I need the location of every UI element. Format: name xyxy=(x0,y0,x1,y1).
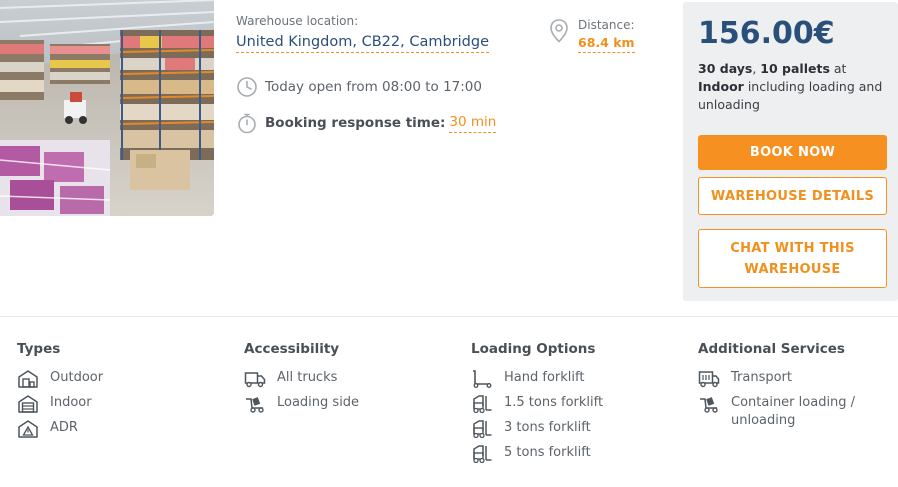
container-loading-icon xyxy=(700,397,718,413)
feature-item: Outdoor xyxy=(17,369,217,388)
warehouse-details-button[interactable]: WAREHOUSE DETAILS xyxy=(698,177,887,215)
feature-label: 1.5 tons forklift xyxy=(504,395,604,410)
hours-text: Today open from 08:00 to 17:00 xyxy=(265,79,482,95)
chat-warehouse-button[interactable]: CHAT WITH THIS WAREHOUSE xyxy=(698,229,887,288)
price-panel: 156.00€ 30 days, 10 pallets at Indoor in… xyxy=(683,2,898,301)
feature-label: Transport xyxy=(731,370,793,385)
forklift-icon xyxy=(473,445,492,463)
booking-label: Booking response time: xyxy=(265,115,446,131)
feature-item: Container loading / unloading xyxy=(698,394,898,430)
feature-item: 1.5 tons forklift xyxy=(471,394,671,413)
price-at: at xyxy=(833,61,847,76)
feature-item: Transport xyxy=(698,369,898,388)
distance-block: Distance: 68.4 km xyxy=(548,18,635,53)
divider xyxy=(0,316,898,317)
feature-label: ADR xyxy=(50,420,78,435)
feature-label: Indoor xyxy=(50,395,92,410)
warehouse-photo[interactable] xyxy=(0,0,214,216)
forklift-icon xyxy=(473,420,492,438)
book-now-button[interactable]: BOOK NOW xyxy=(698,135,887,170)
booking-response: Booking response time: 30 min xyxy=(236,112,497,134)
feature-item: Hand forklift xyxy=(471,369,671,388)
loading-options-column: Loading Options Hand forklift 1.5 tons f… xyxy=(471,341,671,469)
map-pin-icon xyxy=(550,19,568,43)
stopwatch-icon xyxy=(238,113,256,134)
feature-item: Loading side xyxy=(244,394,444,413)
feature-item: 5 tons forklift xyxy=(471,444,671,463)
accessibility-column: Accessibility All trucks Loading side xyxy=(244,341,444,419)
additional-services-column: Additional Services Transport Container … xyxy=(698,341,898,436)
price-days: 30 days xyxy=(698,61,753,76)
price-pallets: 10 pallets xyxy=(760,61,830,76)
feature-label: 3 tons forklift xyxy=(504,420,591,435)
distance-value: 68.4 km xyxy=(578,35,635,53)
distance-label: Distance: xyxy=(578,18,635,32)
accessibility-title: Accessibility xyxy=(244,341,340,357)
loading-side-icon xyxy=(246,397,264,413)
booking-value: 30 min xyxy=(449,114,497,133)
feature-label: Outdoor xyxy=(50,370,104,385)
feature-item: All trucks xyxy=(244,369,444,388)
loading-options-title: Loading Options xyxy=(471,341,596,357)
location-label: Warehouse location: xyxy=(236,14,359,28)
feature-item: 3 tons forklift xyxy=(471,419,671,438)
warehouse-info: Warehouse location: United Kingdom, CB22… xyxy=(236,14,497,134)
price: 156.00€ xyxy=(698,16,835,51)
truck-icon xyxy=(244,372,266,388)
transport-truck-icon xyxy=(698,371,720,388)
types-column: Types Outdoor Indoor ADR xyxy=(17,341,217,444)
location-link[interactable]: United Kingdom, CB22, Cambridge xyxy=(236,34,489,53)
feature-label: Hand forklift xyxy=(504,370,585,385)
hand-forklift-icon xyxy=(473,370,492,388)
adr-hazard-icon xyxy=(18,420,38,438)
price-description: 30 days, 10 pallets at Indoor including … xyxy=(698,61,883,112)
feature-label: 5 tons forklift xyxy=(504,445,591,460)
feature-item: ADR xyxy=(17,419,217,438)
feature-item: Indoor xyxy=(17,394,217,413)
outdoor-warehouse-icon xyxy=(18,370,38,388)
indoor-warehouse-icon xyxy=(18,395,38,413)
additional-services-title: Additional Services xyxy=(698,341,845,357)
feature-label: Container loading / unloading xyxy=(731,395,856,428)
clock-icon xyxy=(237,77,257,97)
types-title: Types xyxy=(17,341,61,357)
opening-hours: Today open from 08:00 to 17:00 xyxy=(236,76,482,98)
feature-label: Loading side xyxy=(277,395,360,410)
feature-label: All trucks xyxy=(277,370,338,385)
forklift-icon xyxy=(473,395,492,413)
price-storage-type: Indoor xyxy=(698,79,744,94)
